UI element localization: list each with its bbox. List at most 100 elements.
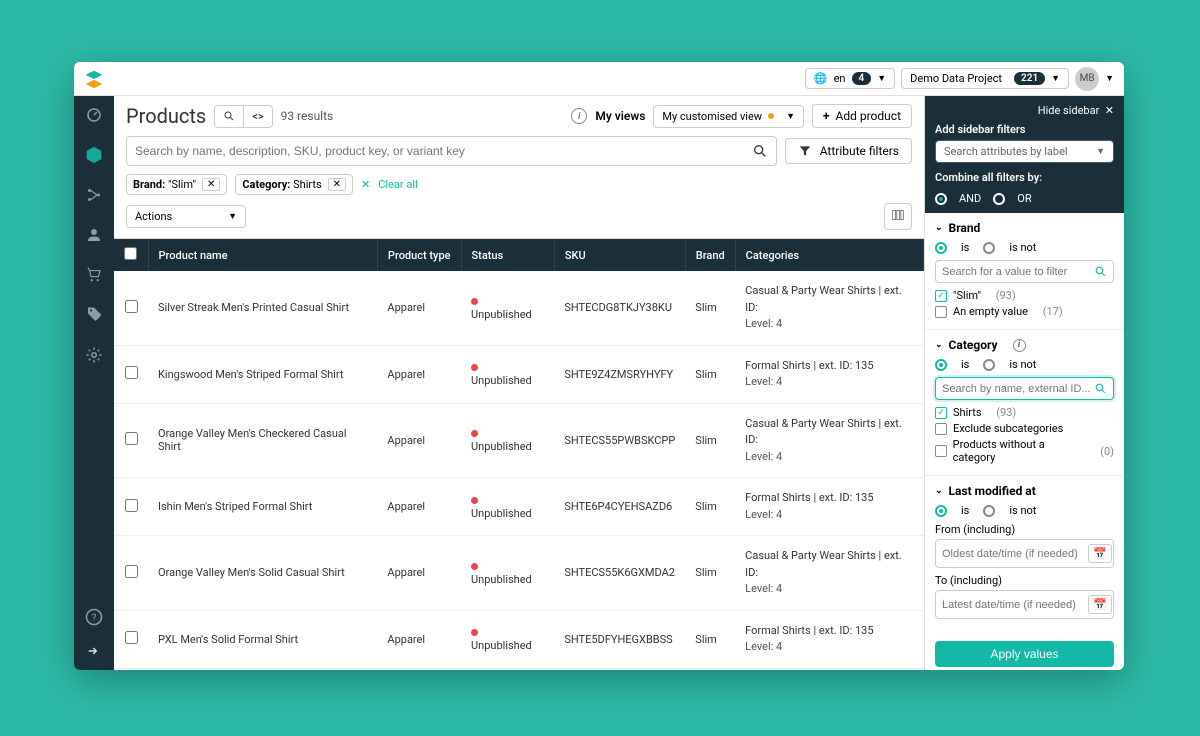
cell-sku <box>554 668 685 670</box>
row-checkbox[interactable] <box>125 366 138 379</box>
hide-sidebar-button[interactable]: Hide sidebar ✕ <box>935 104 1114 117</box>
from-date-input-wrapper[interactable]: 📅 <box>935 539 1114 568</box>
cell-brand: Slim <box>685 345 735 403</box>
customers-icon[interactable] <box>85 226 103 244</box>
user-avatar[interactable]: MB <box>1075 67 1099 91</box>
col-product-name[interactable]: Product name <box>148 239 377 271</box>
col-brand[interactable]: Brand <box>685 239 735 271</box>
table-row[interactable]: Formal Shirts | ext. ID: 135 <box>114 668 924 670</box>
search-input[interactable] <box>135 144 752 158</box>
cell-categories: Formal Shirts | ext. ID: 135Level: 4 <box>735 610 923 668</box>
chevron-down-icon[interactable]: ▼ <box>1105 73 1114 84</box>
expand-icon[interactable] <box>85 642 103 660</box>
checkbox-no-category[interactable] <box>935 445 947 457</box>
radio-is[interactable] <box>935 242 947 254</box>
code-mode-button[interactable]: <> <box>244 105 272 128</box>
checkbox-exclude-sub[interactable] <box>935 423 947 435</box>
radio-and[interactable] <box>935 193 947 205</box>
clear-all-link[interactable]: Clear all <box>378 178 417 191</box>
row-checkbox[interactable] <box>125 499 138 512</box>
result-count: 93 results <box>281 109 334 123</box>
apply-values-button[interactable]: Apply values <box>935 641 1114 667</box>
table-row[interactable]: PXL Men's Solid Formal Shirt Apparel Unp… <box>114 610 924 668</box>
language-label: en <box>834 72 846 85</box>
discounts-icon[interactable] <box>85 306 103 324</box>
app-logo-icon[interactable] <box>84 69 104 89</box>
cell-type: Apparel <box>377 610 461 668</box>
radio-or[interactable] <box>993 193 1005 205</box>
row-checkbox[interactable] <box>125 432 138 445</box>
table-header-row: Product name Product type Status SKU Bra… <box>114 239 924 271</box>
orders-icon[interactable] <box>85 266 103 284</box>
category-search-wrapper[interactable] <box>935 377 1114 400</box>
actions-dropdown[interactable]: Actions ▼ <box>126 205 246 228</box>
cell-name: PXL Men's Solid Formal Shirt <box>148 610 377 668</box>
table-row[interactable]: Orange Valley Men's Solid Casual Shirt A… <box>114 536 924 611</box>
table-row[interactable]: Ishin Men's Striped Formal Shirt Apparel… <box>114 478 924 536</box>
checkbox-slim[interactable]: ✓ <box>935 290 947 302</box>
search-icon <box>1094 265 1107 278</box>
cell-status: Unpublished <box>461 536 554 611</box>
attribute-filters-button[interactable]: Attribute filters <box>785 138 912 164</box>
filter-toggle-modified[interactable]: ⌄Last modified at <box>935 484 1114 498</box>
filter-chip-category: Category: Shirts ✕ <box>235 174 353 195</box>
search-input-wrapper[interactable] <box>126 136 777 166</box>
cell-sku: SHTE6P4CYEHSAZD6 <box>554 478 685 536</box>
calendar-icon[interactable]: 📅 <box>1088 544 1112 563</box>
from-date-input[interactable] <box>942 548 1084 560</box>
cell-status: Unpublished <box>461 610 554 668</box>
radio-isnot[interactable] <box>983 359 995 371</box>
filter-toggle-category[interactable]: ⌄Category i <box>935 338 1114 352</box>
row-checkbox[interactable] <box>125 565 138 578</box>
calendar-icon[interactable]: 📅 <box>1088 595 1112 614</box>
radio-is[interactable] <box>935 359 947 371</box>
products-icon[interactable] <box>85 146 103 164</box>
cell-sku: SHTECDG8TKJY38KU <box>554 271 685 345</box>
cell-brand: Slim <box>685 478 735 536</box>
cell-type: Apparel <box>377 403 461 478</box>
search-attributes-select[interactable]: Search attributes by label ▼ <box>935 140 1114 163</box>
language-selector[interactable]: 🌐 en 4 ▼ <box>805 68 895 89</box>
cell-sku: SHTECS55PWBSKCPP <box>554 403 685 478</box>
to-date-input[interactable] <box>942 599 1084 611</box>
info-icon[interactable]: i <box>1013 339 1026 352</box>
filter-toggle-brand[interactable]: ⌄Brand <box>935 221 1114 235</box>
add-product-button[interactable]: + Add product <box>812 104 912 128</box>
search-icon <box>1094 382 1107 395</box>
info-icon[interactable]: i <box>571 108 587 124</box>
checkbox-empty[interactable] <box>935 306 947 318</box>
col-product-type[interactable]: Product type <box>377 239 461 271</box>
to-date-input-wrapper[interactable]: 📅 <box>935 590 1114 619</box>
categories-icon[interactable] <box>85 186 103 204</box>
brand-search-wrapper[interactable] <box>935 260 1114 283</box>
radio-isnot[interactable] <box>983 242 995 254</box>
settings-icon[interactable] <box>85 346 103 364</box>
table-row[interactable]: Kingswood Men's Striped Formal Shirt App… <box>114 345 924 403</box>
dashboard-icon[interactable] <box>85 106 103 124</box>
help-icon[interactable]: ? <box>85 608 103 626</box>
radio-is[interactable] <box>935 505 947 517</box>
brand-search-input[interactable] <box>942 266 1094 278</box>
radio-isnot[interactable] <box>983 505 995 517</box>
col-status[interactable]: Status <box>461 239 554 271</box>
checkbox-shirts[interactable]: ✓ <box>935 407 947 419</box>
view-selector[interactable]: My customised view ▼ <box>653 105 804 128</box>
row-checkbox[interactable] <box>125 631 138 644</box>
project-name: Demo Data Project <box>910 72 1002 85</box>
category-search-input[interactable] <box>942 383 1094 395</box>
col-sku[interactable]: SKU <box>554 239 685 271</box>
table-row[interactable]: Silver Streak Men's Printed Casual Shirt… <box>114 271 924 345</box>
col-categories[interactable]: Categories <box>735 239 923 271</box>
remove-chip-button[interactable]: ✕ <box>202 178 220 191</box>
project-selector[interactable]: Demo Data Project 221 ▼ <box>901 68 1069 89</box>
search-mode-button[interactable] <box>214 105 244 128</box>
cell-name: Orange Valley Men's Solid Casual Shirt <box>148 536 377 611</box>
table-row[interactable]: Orange Valley Men's Checkered Casual Shi… <box>114 403 924 478</box>
select-all-checkbox[interactable] <box>124 247 137 260</box>
cell-name: Ishin Men's Striped Formal Shirt <box>148 478 377 536</box>
filter-section-category: ⌄Category i is is not ✓Shirts (93) Exclu… <box>925 330 1124 476</box>
remove-chip-button[interactable]: ✕ <box>328 178 346 191</box>
cell-categories: Formal Shirts | ext. ID: 135Level: 4 <box>735 478 923 536</box>
row-checkbox[interactable] <box>125 300 138 313</box>
column-settings-button[interactable] <box>884 203 912 230</box>
